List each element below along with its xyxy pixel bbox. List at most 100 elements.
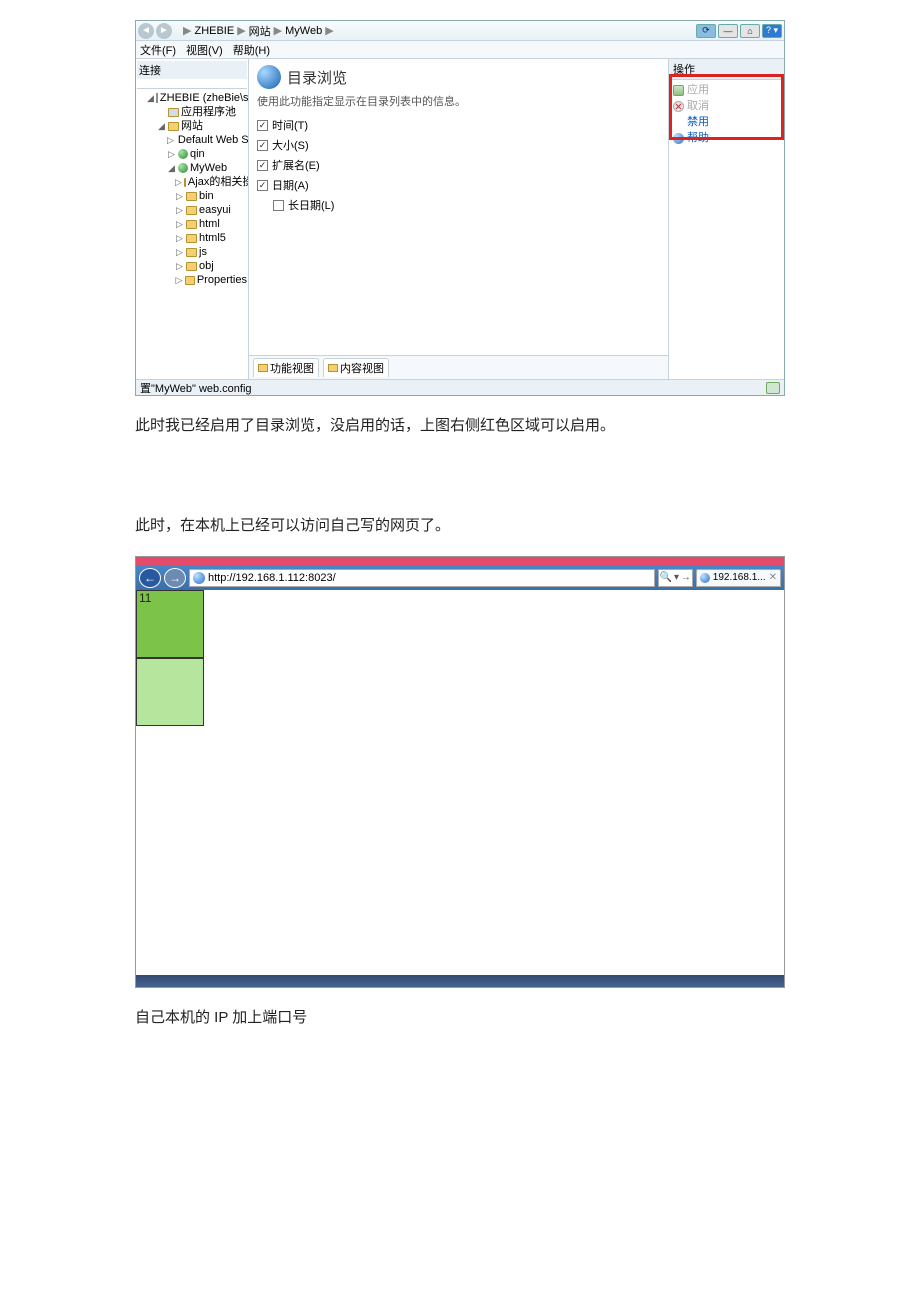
menu-view[interactable]: 视图(V)	[186, 42, 223, 58]
ie-tab[interactable]: 192.168.1... ✕	[696, 569, 781, 587]
blank-icon	[673, 117, 684, 128]
folder-icon	[184, 178, 186, 187]
iis-address-bar: ◄ ► ▶ ZHEBIE ▶ 网站 ▶ MyWeb ▶ ⟳ — ⌂ ? ▾	[136, 21, 784, 41]
tree-folder[interactable]: Properties	[197, 273, 247, 287]
server-icon	[156, 93, 158, 103]
tree-app-pools[interactable]: 应用程序池	[181, 105, 236, 119]
tree-folder[interactable]: easyui	[199, 203, 231, 217]
home-icon[interactable]: ⌂	[740, 24, 760, 38]
action-disable-label: 禁用	[687, 114, 709, 130]
ie-url: http://192.168.1.112:8023/	[208, 572, 336, 584]
ie-site-icon	[193, 572, 205, 584]
ie-tab-label: 192.168.1...	[713, 572, 766, 583]
actions-pane: 操作 应用 取消 禁用 帮助	[668, 59, 784, 379]
window-min-button[interactable]: —	[718, 24, 738, 38]
folder-icon	[186, 206, 197, 215]
checkbox-size[interactable]	[257, 140, 268, 151]
iis-manager-window: ◄ ► ▶ ZHEBIE ▶ 网站 ▶ MyWeb ▶ ⟳ — ⌂ ? ▾ 文	[135, 20, 785, 396]
site-icon	[178, 163, 188, 173]
ie-back-button[interactable]: ←	[139, 568, 161, 588]
menu-file[interactable]: 文件(F)	[140, 42, 176, 58]
actions-header: 操作	[669, 59, 784, 80]
page-description: 使用此功能指定显示在目录列表中的信息。	[257, 93, 660, 109]
features-icon	[258, 364, 268, 372]
breadcrumb[interactable]: ▶ ZHEBIE ▶ 网站 ▶ MyWeb ▶	[176, 23, 338, 39]
label-date: 日期(A)	[272, 177, 309, 193]
app-pool-icon	[168, 108, 179, 117]
tree-myweb-site[interactable]: MyWeb	[190, 161, 227, 175]
forward-button[interactable]: ►	[156, 23, 172, 39]
tab-features-label: 功能视图	[270, 360, 314, 376]
label-time: 时间(T)	[272, 117, 308, 133]
ie-toolbar: ← → http://192.168.1.112:8023/ 🔍▾→ 192.1…	[136, 565, 784, 590]
tree-folder[interactable]: html5	[199, 231, 226, 245]
ie-forward-button[interactable]: →	[164, 568, 186, 588]
checkbox-long-date[interactable]	[273, 200, 284, 211]
ie-window: ← → http://192.168.1.112:8023/ 🔍▾→ 192.1…	[135, 556, 785, 988]
folder-icon	[185, 276, 195, 285]
tree-default-site[interactable]: Default Web Site	[178, 133, 249, 147]
crumb-server: ZHEBIE	[194, 25, 234, 37]
connections-header: 连接	[137, 61, 247, 79]
status-text: 置"MyWeb" web.config	[140, 380, 252, 396]
cancel-icon	[673, 101, 684, 112]
ie-address-bar[interactable]: http://192.168.1.112:8023/	[189, 569, 655, 587]
action-apply[interactable]: 应用	[673, 82, 780, 98]
tree-folder[interactable]: bin	[199, 189, 214, 203]
paragraph-3: 自己本机的 IP 加上端口号	[135, 1006, 785, 1030]
tree-folder[interactable]: js	[199, 245, 207, 259]
action-cancel-label: 取消	[687, 98, 709, 114]
green-box-2	[136, 658, 204, 726]
paragraph-1: 此时我已经启用了目录浏览，没启用的话，上图右侧红色区域可以启用。	[135, 414, 785, 438]
checkbox-time[interactable]	[257, 120, 268, 131]
folder-icon	[186, 248, 197, 257]
checkbox-ext[interactable]	[257, 160, 268, 171]
content-pane: 目录浏览 使用此功能指定显示在目录列表中的信息。 时间(T) 大小(S) 扩展名…	[249, 59, 668, 379]
label-ext: 扩展名(E)	[272, 157, 320, 173]
help-icon	[673, 133, 684, 144]
tab-content-view[interactable]: 内容视图	[323, 358, 389, 377]
ie-content-area: 11	[136, 590, 784, 975]
site-icon	[178, 149, 188, 159]
tree-qin-site[interactable]: qin	[190, 147, 205, 161]
tree-folder[interactable]: Ajax的相关操作	[188, 175, 249, 189]
apply-icon	[673, 85, 684, 96]
tab-content-label: 内容视图	[340, 360, 384, 376]
folder-icon	[168, 122, 179, 131]
checkbox-date[interactable]	[257, 180, 268, 191]
tab-features-view[interactable]: 功能视图	[253, 358, 319, 377]
ie-search-box[interactable]: 🔍▾→	[658, 569, 693, 587]
paragraph-2: 此时，在本机上已经可以访问自己写的网页了。	[135, 514, 785, 538]
tree-folder[interactable]: obj	[199, 259, 214, 273]
action-disable[interactable]: 禁用	[673, 114, 780, 130]
help-dropdown-button[interactable]: ? ▾	[762, 24, 782, 38]
status-bar: 置"MyWeb" web.config	[136, 379, 784, 395]
ie-tab-close[interactable]: ✕	[769, 572, 777, 583]
label-size: 大小(S)	[272, 137, 309, 153]
ie-title-bar	[136, 557, 784, 565]
action-help[interactable]: 帮助	[673, 130, 780, 146]
crumb-myweb: MyWeb	[285, 25, 322, 37]
crumb-sites: 网站	[249, 23, 271, 39]
content-icon	[328, 364, 338, 372]
view-tabs: 功能视图 内容视图	[249, 355, 668, 379]
menu-help[interactable]: 帮助(H)	[233, 42, 270, 58]
taskbar	[136, 975, 784, 987]
back-button[interactable]: ◄	[138, 23, 154, 39]
tree-sites[interactable]: 网站	[181, 119, 203, 133]
folder-icon	[186, 234, 197, 243]
action-cancel[interactable]: 取消	[673, 98, 780, 114]
search-icon: 🔍	[660, 572, 672, 583]
tree-server[interactable]: ZHEBIE (zheBie\sa)	[160, 91, 249, 105]
window-resize-button[interactable]: ⟳	[696, 24, 716, 38]
connections-tree[interactable]: 连接 ◢ZHEBIE (zheBie\sa) 应用程序池 ◢网站 ▷Defaul…	[136, 59, 249, 379]
page-title: 目录浏览	[287, 67, 347, 88]
tree-folder[interactable]: html	[199, 217, 220, 231]
iis-menu-bar: 文件(F) 视图(V) 帮助(H)	[136, 41, 784, 59]
label-long-date: 长日期(L)	[288, 197, 334, 213]
ie-tab-icon	[700, 573, 710, 583]
green-box-1: 11	[136, 590, 204, 658]
config-icon	[766, 382, 780, 394]
directory-browsing-icon	[257, 65, 281, 89]
folder-icon	[186, 220, 197, 229]
